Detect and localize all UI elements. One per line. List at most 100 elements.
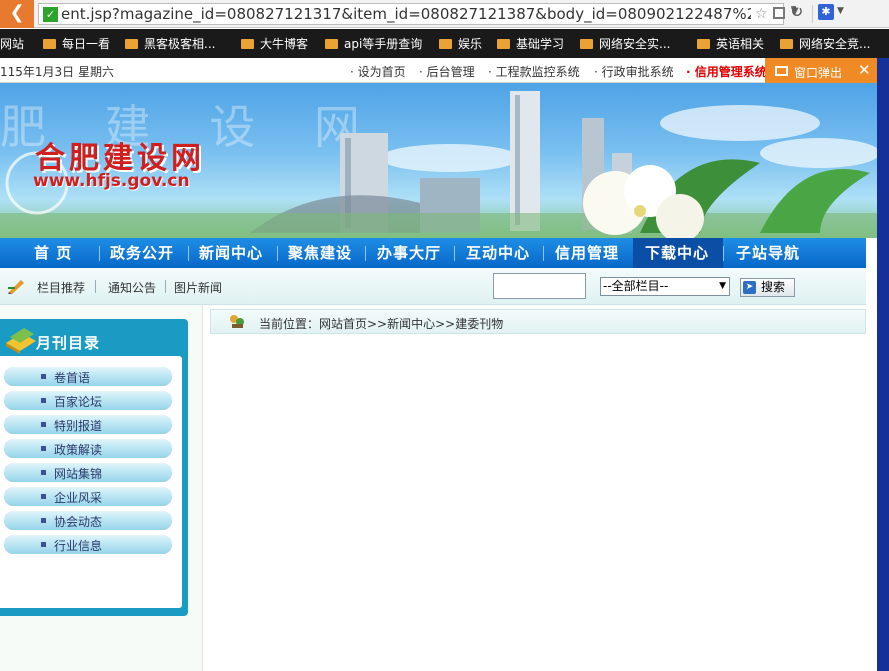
bookmark-item[interactable]: 大牛博客 [241,36,308,52]
page-side-strip [877,58,889,671]
monitor-icon [775,66,788,76]
bookmark-label: 每日一看 [62,37,111,51]
nav-focus[interactable]: 聚焦建设 [288,238,352,268]
folder-icon [325,39,338,49]
bullet-icon [41,542,46,547]
location-icon [230,315,244,328]
sidebar-item[interactable]: 百家论坛 [4,391,172,410]
folder-icon [125,39,138,49]
admin-link[interactable]: · 后台管理 [419,63,475,80]
bookmark-label: 英语相关 [716,37,765,51]
bookmark-item[interactable]: 网络安全竞... [780,36,870,52]
sidebar-item-label: 百家论坛 [54,395,103,409]
search-input[interactable] [493,273,586,299]
browser-address-bar: ❮ ✓ ent.jsp?magazine_id=080827121317&ite… [0,0,889,28]
search-icon: ➤ [743,281,756,294]
category-select[interactable]: --全部栏目-- ▼ [600,277,730,296]
site-url: www.hfjs.gov.cn [33,171,190,191]
sidebar-item[interactable]: 特别报道 [4,415,172,434]
main-nav: 首 页 政务公开 新闻中心 聚焦建设 办事大厅 互动中心 信用管理 下载中心 子… [0,238,866,268]
nav-service-hall[interactable]: 办事大厅 [377,238,441,268]
nav-government[interactable]: 政务公开 [110,238,174,268]
nav-divider [723,246,724,261]
fund-monitor-link[interactable]: · 工程款监控系统 [488,63,580,80]
folder-icon [580,39,593,49]
bookmark-item[interactable]: 黑客极客相... [125,36,215,52]
notices-link[interactable]: 通知公告 [108,279,156,296]
close-icon[interactable]: ✕ [858,61,871,79]
sidebar-item[interactable]: 企业风采 [4,487,172,506]
paw-icon[interactable]: ✱ [818,4,834,20]
bookmark-label: 基础学习 [516,37,565,51]
bookmark-item[interactable]: 网站 [0,36,24,52]
breadcrumb: 当前位置：网站首页>>新闻中心>>建委刊物 [210,309,866,334]
bookmark-item[interactable]: api等手册查询 [325,36,422,52]
sidebar-item[interactable]: 协会动态 [4,511,172,530]
url-box[interactable]: ✓ ent.jsp?magazine_id=080827121317&item_… [38,3,799,25]
bullet-icon [41,422,46,427]
sub-divider [165,280,166,293]
folder-icon [697,39,710,49]
bookmark-label: 网络安全竞... [799,37,871,51]
nav-home[interactable]: 首 页 [34,238,72,268]
nav-divider [99,246,100,261]
bookmark-label: 网站 [0,37,25,51]
folder-icon [241,39,254,49]
folder-icon [497,39,510,49]
nav-credit[interactable]: 信用管理 [555,238,619,268]
toolbar-divider [812,5,813,23]
books-icon [6,328,36,354]
sidebar-item-label: 行业信息 [54,539,103,553]
nav-subsites[interactable]: 子站导航 [736,238,800,268]
search-button[interactable]: ➤ 搜索 [740,278,795,297]
star-icon[interactable]: ☆ [755,6,768,22]
bookmark-label: 网络安全实... [599,37,671,51]
bookmark-item[interactable]: 娱乐 [439,36,482,52]
check-icon: ✓ [43,7,58,22]
bookmark-item[interactable]: 每日一看 [43,36,110,52]
back-button[interactable]: ❮ [0,0,34,28]
sidebar-item[interactable]: 政策解读 [4,439,172,458]
nav-divider [543,246,544,261]
sidebar-item[interactable]: 网站集锦 [4,463,172,482]
bullet-icon [41,446,46,451]
refresh-icon[interactable]: ↻ [790,2,803,21]
sidebar-item-label: 政策解读 [54,443,103,457]
popup-window-button[interactable]: 窗口弹出 ✕ [765,58,877,85]
search-button-label: 搜索 [761,280,786,294]
nav-interaction[interactable]: 互动中心 [466,238,530,268]
back-arrow-icon: ❮ [9,2,25,23]
nav-download[interactable]: 下载中心 [633,238,723,268]
folder-icon [43,39,56,49]
bullet-icon [41,518,46,523]
sidebar-item[interactable]: 卷首语 [4,367,172,386]
approval-system-link[interactable]: · 行政审批系统 [594,63,674,80]
recommended-link[interactable]: 栏目推荐 [37,279,85,296]
sidebar-list: 卷首语 百家论坛 特别报道 政策解读 网站集锦 企业风采 协会动态 行业信息 [0,356,182,608]
set-homepage-link[interactable]: · 设为首页 [350,63,406,80]
sidebar-item-label: 企业风采 [54,491,103,505]
sidebar-panel: 月刊目录 卷首语 百家论坛 特别报道 政策解读 网站集锦 企业风采 协会动态 行… [0,319,188,616]
bookmark-label: 黑客极客相... [144,37,216,51]
sidebar-item[interactable]: 行业信息 [4,535,172,554]
bookmark-item[interactable]: 基础学习 [497,36,564,52]
url-text[interactable]: ent.jsp?magazine_id=080827121317&item_id… [61,4,751,24]
credit-system-link[interactable]: · 信用管理系统 [686,63,767,80]
nav-divider [454,246,455,261]
site-top-strip: 115年1月3日 星期六 · 设为首页 · 后台管理 · 工程款监控系统 · 行… [0,58,877,83]
photo-news-link[interactable]: 图片新闻 [174,279,222,296]
sidebar-item-label: 特别报道 [54,419,103,433]
sub-divider [95,280,96,293]
qr-code-icon[interactable] [773,7,785,19]
bullet-icon [41,470,46,475]
nav-news[interactable]: 新闻中心 [199,238,263,268]
bookmark-item[interactable]: 网络安全实... [580,36,670,52]
chevron-down-icon[interactable]: ▼ [837,6,844,16]
bookmark-label: 大牛博客 [260,37,309,51]
folder-icon [780,39,793,49]
category-select-value: --全部栏目-- [603,279,669,293]
bullet-icon [41,398,46,403]
sidebar-item-label: 卷首语 [54,371,91,385]
nav-divider [277,246,278,261]
bookmark-item[interactable]: 英语相关 [697,36,764,52]
